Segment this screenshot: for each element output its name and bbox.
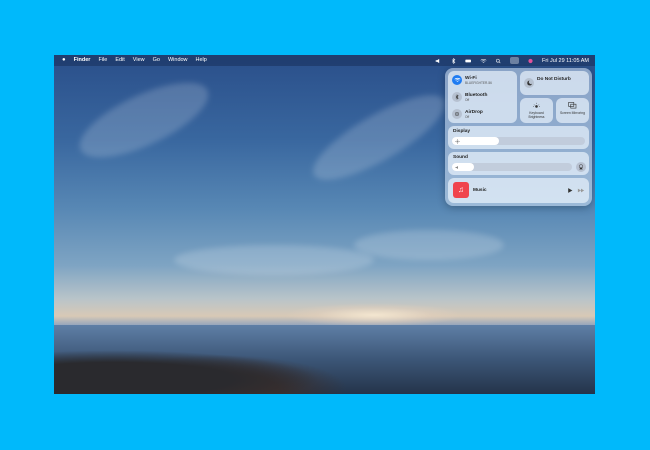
screen-mirroring-label: Screen Mirroring bbox=[559, 111, 586, 115]
bluetooth-icon[interactable] bbox=[450, 57, 457, 64]
battery-icon[interactable] bbox=[465, 58, 472, 64]
volume-icon[interactable] bbox=[435, 58, 442, 64]
music-app-icon[interactable]: ♫ bbox=[453, 182, 469, 198]
do-not-disturb-label: Do Not Disturb bbox=[537, 77, 571, 82]
airdrop-icon bbox=[452, 109, 462, 119]
menu-window[interactable]: Window bbox=[168, 55, 188, 66]
speaker-icon bbox=[455, 165, 458, 169]
menu-finder[interactable]: Finder bbox=[74, 55, 91, 66]
airdrop-toggle[interactable]: AirDrop Off bbox=[452, 109, 483, 119]
bluetooth-status: Off bbox=[465, 97, 470, 102]
now-playing-app: Music bbox=[473, 188, 487, 193]
keyboard-brightness-tile[interactable]: Keyboard Brightness bbox=[520, 98, 553, 123]
wifi-icon bbox=[452, 75, 462, 85]
search-icon[interactable] bbox=[495, 58, 502, 64]
do-not-disturb-tile[interactable]: Do Not Disturb bbox=[520, 71, 589, 95]
menubar-datetime[interactable]: Fri Jul 29 11:05 AM bbox=[542, 58, 589, 64]
airplay-icon bbox=[578, 164, 584, 170]
menu-file[interactable]: File bbox=[98, 55, 107, 66]
menu-help[interactable]: Help bbox=[196, 55, 207, 66]
apple-icon[interactable]: ● bbox=[62, 55, 66, 66]
display-brightness-slider[interactable] bbox=[452, 137, 585, 145]
display-tile: Display bbox=[448, 126, 589, 149]
bluetooth-toggle[interactable]: Bluetooth Off bbox=[452, 92, 487, 102]
sound-label: Sound bbox=[453, 155, 468, 160]
bluetooth-title: Bluetooth bbox=[465, 92, 488, 98]
menu-bar: ● Finder File Edit View Go Window Help F… bbox=[54, 55, 595, 66]
control-center-icon[interactable] bbox=[510, 57, 520, 64]
control-center-panel: Wi-Fi BLUEFIGHTER-56 Bluetooth Off AirDr… bbox=[445, 68, 592, 206]
sound-tile: Sound bbox=[448, 152, 589, 175]
wifi-icon[interactable] bbox=[480, 58, 487, 64]
keyboard-brightness-label: Keyboard Brightness bbox=[528, 111, 545, 119]
screen-mirroring-tile[interactable]: Screen Mirroring bbox=[556, 98, 589, 123]
keyboard-brightness-icon bbox=[533, 102, 540, 108]
desktop: ● Finder File Edit View Go Window Help F… bbox=[54, 55, 595, 394]
menu-go[interactable]: Go bbox=[153, 55, 160, 66]
wifi-network: BLUEFIGHTER-56 bbox=[465, 80, 492, 85]
sound-volume-slider[interactable] bbox=[452, 163, 572, 171]
connectivity-tile: Wi-Fi BLUEFIGHTER-56 Bluetooth Off AirDr… bbox=[448, 71, 517, 123]
airdrop-title: AirDrop bbox=[465, 109, 483, 115]
airplay-audio-button[interactable] bbox=[576, 162, 586, 172]
now-playing-tile: ♫ Music bbox=[448, 178, 589, 203]
menu-edit[interactable]: Edit bbox=[115, 55, 124, 66]
siri-icon[interactable] bbox=[527, 58, 534, 64]
wifi-toggle[interactable]: Wi-Fi BLUEFIGHTER-56 bbox=[452, 75, 492, 85]
screen-mirroring-icon bbox=[568, 102, 577, 109]
bluetooth-icon bbox=[452, 92, 462, 102]
sun-icon bbox=[455, 138, 460, 144]
airdrop-status: Off bbox=[465, 114, 470, 119]
play-button[interactable] bbox=[567, 187, 573, 194]
moon-icon bbox=[524, 78, 534, 88]
display-label: Display bbox=[453, 129, 471, 134]
forward-button[interactable] bbox=[577, 188, 585, 193]
menu-view[interactable]: View bbox=[133, 55, 145, 66]
